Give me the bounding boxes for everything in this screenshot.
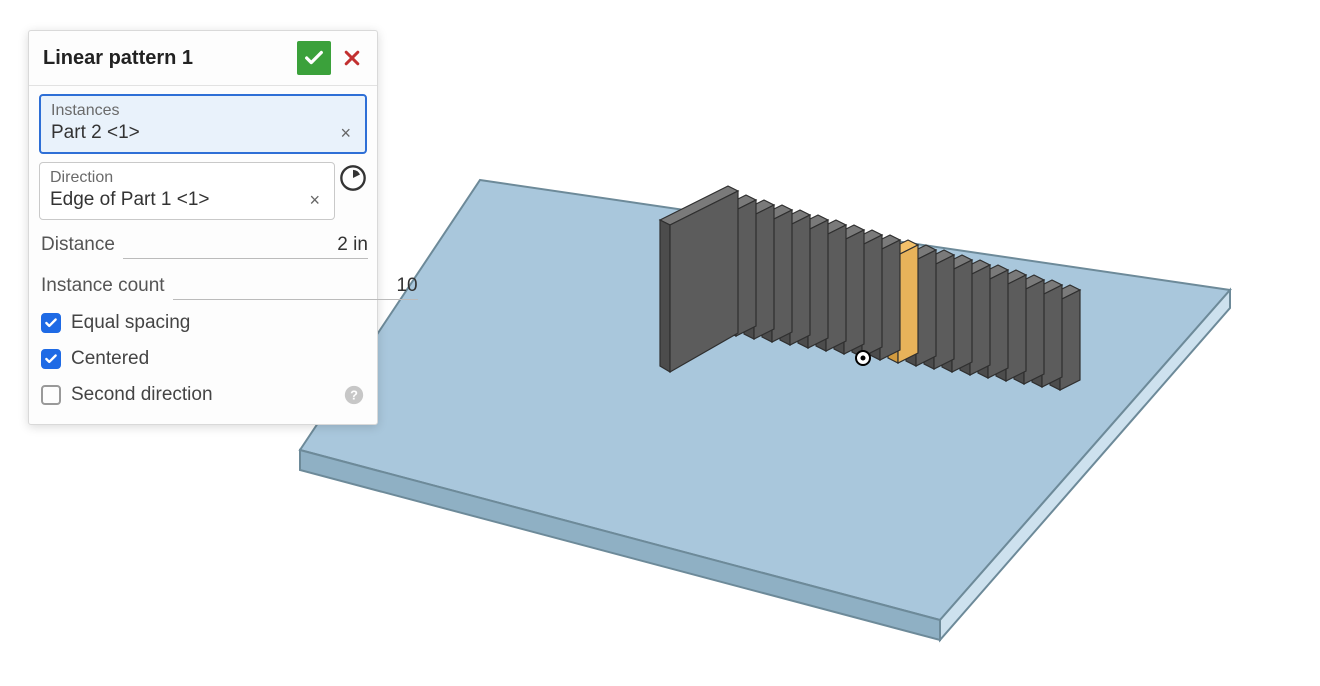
distance-label: Distance (41, 234, 115, 256)
checkmark-icon (44, 316, 58, 330)
mate-connector-icon[interactable] (339, 164, 367, 192)
instance-count-input[interactable] (173, 275, 418, 300)
direction-value: Edge of Part 1 <1> (50, 189, 210, 211)
direction-clear-button[interactable]: × (305, 190, 324, 211)
direction-field[interactable]: Direction Edge of Part 1 <1> × (39, 162, 335, 220)
second-direction-checkbox[interactable] (41, 385, 61, 405)
instances-field[interactable]: Instances Part 2 <1> × (39, 94, 367, 154)
checkmark-icon (44, 352, 58, 366)
confirm-button[interactable] (297, 41, 331, 75)
panel-title: Linear pattern 1 (43, 47, 297, 70)
equal-spacing-checkbox[interactable] (41, 313, 61, 333)
instances-label: Instances (51, 102, 355, 120)
direction-origin-marker[interactable] (856, 351, 870, 365)
equal-spacing-label: Equal spacing (71, 312, 190, 334)
linear-pattern-panel: Linear pattern 1 Instances Part 2 <1> × … (28, 30, 378, 425)
cancel-button[interactable] (335, 41, 369, 75)
second-direction-label: Second direction (71, 384, 213, 406)
check-icon (303, 47, 325, 69)
distance-input[interactable] (123, 234, 368, 259)
instances-clear-button[interactable]: × (336, 123, 355, 144)
direction-label: Direction (50, 169, 324, 187)
centered-checkbox[interactable] (41, 349, 61, 369)
close-icon (342, 48, 362, 68)
seed-instance-highlight[interactable] (888, 240, 918, 363)
centered-label: Centered (71, 348, 149, 370)
svg-text:?: ? (350, 388, 358, 403)
pattern-instances (660, 186, 1080, 390)
instances-value: Part 2 <1> (51, 122, 140, 144)
panel-header: Linear pattern 1 (29, 31, 377, 86)
instance-count-label: Instance count (41, 275, 165, 297)
help-icon[interactable]: ? (343, 384, 365, 406)
